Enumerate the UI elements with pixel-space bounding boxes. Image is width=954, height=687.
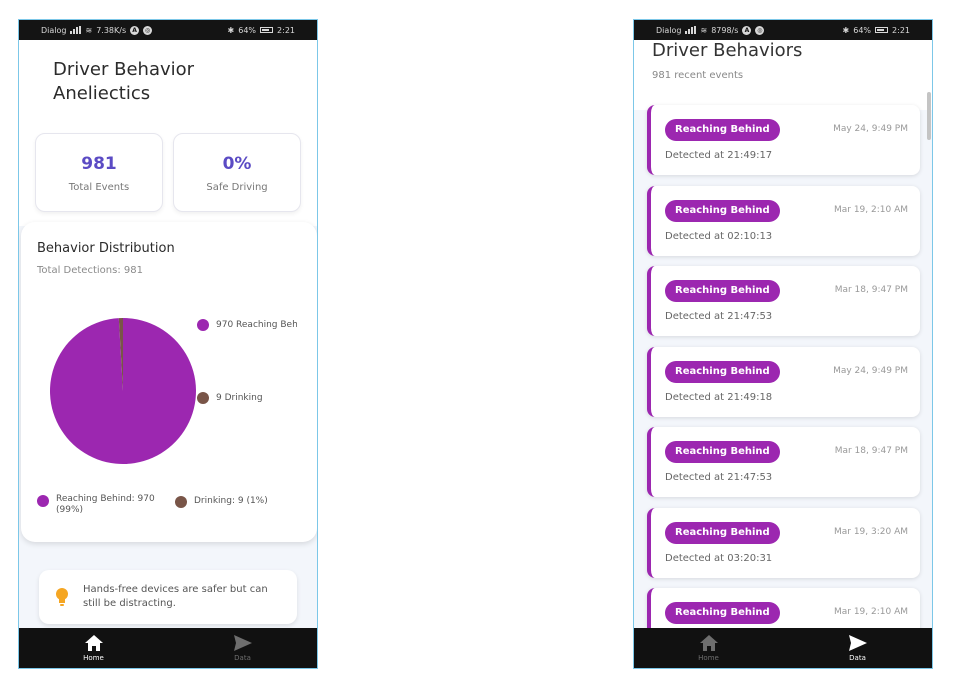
event-card[interactable]: Reaching Behind Mar 19, 2:10 AM Detected a…	[647, 185, 920, 256]
wifi-icon: ≋	[700, 25, 708, 35]
carrier-label: Dialog	[656, 25, 682, 35]
whatsapp-icon: ◎	[143, 25, 153, 35]
status-bar: Dialog ≋ 8798/s A ◎ ✱ 64% 2:21	[634, 20, 932, 40]
analytics-header: Driver Behavior Aneliectics 981 Total Ev…	[19, 40, 317, 226]
summary-reaching: Reaching Behind: 970 (99%)	[37, 494, 157, 516]
event-detected-time: Detected at 02:10:13	[665, 230, 773, 242]
total-events-label: Total Events	[68, 182, 130, 193]
behavior-badge: Reaching Behind	[665, 441, 780, 463]
nav-data-label: Data	[234, 654, 251, 662]
event-detected-time: Detected at 21:49:17	[665, 150, 773, 161]
home-icon	[699, 635, 718, 651]
safe-driving-card[interactable]: 0% Safe Driving	[173, 133, 301, 212]
nav-home[interactable]: Home	[19, 628, 168, 668]
event-detected-time: Detected at 03:20:31	[665, 552, 773, 564]
page-title: Driver Behaviors	[652, 40, 803, 61]
network-speed: 8798/s	[711, 25, 739, 35]
home-icon	[84, 635, 103, 651]
nav-home-label: Home	[698, 654, 719, 662]
behavior-badge: Reaching Behind	[665, 521, 780, 544]
battery-percent: 64%	[853, 25, 872, 35]
data-screen: Dialog ≋ 8798/s A ◎ ✱ 64% 2:21 Driver Be…	[633, 19, 933, 669]
nav-data-label: Data	[849, 654, 866, 662]
summary-drinking-text: Drinking: 9 (1%)	[194, 496, 268, 506]
carrier-label: Dialog	[41, 25, 67, 35]
event-date: Mar 18, 9:47 PM	[834, 285, 908, 295]
signal-icon	[685, 26, 697, 34]
events-count: 981 recent events	[652, 70, 744, 81]
battery-icon	[875, 27, 889, 33]
behavior-badge: Reaching Behind	[665, 280, 780, 302]
summary-drinking-dot	[175, 496, 187, 508]
legend-drinking-label: 9 Drinking	[216, 393, 263, 403]
safe-driving-label: Safe Driving	[206, 182, 268, 193]
event-detected-time: Detected at 21:47:53	[665, 472, 773, 483]
lightbulb-icon	[56, 588, 68, 606]
event-date: Mar 18, 9:47 PM	[834, 446, 908, 456]
legend-item-drinking: 9 Drinking	[197, 392, 297, 404]
event-card[interactable]: Reaching Behind May 24, 9:49 PM Detected a…	[647, 105, 920, 175]
clock: 2:21	[277, 25, 295, 35]
behavior-badge: Reaching Behind	[665, 119, 780, 141]
scrollbar[interactable]	[927, 92, 931, 140]
status-bar: Dialog ≋ 7.38K/s A ◎ ✱ 64% 2:21	[19, 20, 317, 40]
vibrate-icon: ✱	[842, 25, 850, 35]
event-date: May 24, 9:49 PM	[833, 124, 908, 134]
event-card[interactable]: Reaching Behind Mar 18, 9:47 PM Detected a…	[647, 266, 920, 336]
nav-data[interactable]: Data	[168, 628, 317, 668]
total-events-value: 981	[81, 154, 117, 174]
event-date: May 24, 9:49 PM	[833, 365, 908, 376]
home-screen: Dialog ≋ 7.38K/s A ◎ ✱ 64% 2:21 Driver B…	[18, 19, 318, 669]
notification-icon: A	[742, 25, 752, 35]
event-card[interactable]: Reaching Behind Mar 18, 9:47 PM Detected a…	[647, 427, 920, 497]
total-events-card[interactable]: 981 Total Events	[35, 133, 163, 212]
send-icon	[848, 635, 867, 651]
safe-driving-value: 0%	[222, 154, 252, 174]
event-date: Mar 19, 3:20 AM	[833, 526, 908, 537]
page-title: Driver Behavior Aneliectics	[53, 59, 195, 104]
nav-home[interactable]: Home	[634, 628, 783, 668]
nav-home-label: Home	[83, 654, 104, 662]
battery-percent: 64%	[238, 25, 257, 35]
events-header: Driver Behaviors 981 recent events	[634, 40, 932, 110]
behavior-badge: Reaching Behind	[665, 360, 780, 383]
vibrate-icon: ✱	[227, 25, 235, 35]
safety-tip-card: Hands-free devices are safer but can sti…	[39, 570, 297, 624]
summary-reaching-dot	[37, 495, 49, 507]
drinking-dot	[197, 392, 209, 404]
bottom-nav: Home Data	[634, 628, 932, 668]
summary-drinking: Drinking: 9 (1%)	[175, 496, 268, 508]
whatsapp-icon: ◎	[755, 25, 765, 35]
notification-icon: A	[130, 25, 140, 35]
legend-item-reaching: 970 Reaching Behind	[197, 319, 297, 331]
event-card[interactable]: Reaching Behind Mar 19, 3:20 AM Detected a…	[647, 507, 920, 578]
event-date: Mar 19, 2:10 AM	[833, 607, 908, 617]
event-date: Mar 19, 2:10 AM	[833, 204, 908, 215]
pie-chart[interactable]	[49, 317, 197, 465]
reaching-dot	[197, 319, 209, 331]
summary-reaching-text: Reaching Behind: 970 (99%)	[56, 494, 155, 515]
event-card[interactable]: Reaching Behind May 24, 9:49 PM Detected a…	[647, 346, 920, 417]
battery-icon	[260, 27, 274, 33]
distribution-subtitle: Total Detections: 981	[37, 265, 143, 276]
wifi-icon: ≋	[85, 25, 93, 35]
behavior-badge: Reaching Behind	[665, 199, 780, 222]
legend-reaching-label: 970 Reaching Behind	[216, 320, 297, 330]
send-icon	[233, 635, 252, 651]
event-detected-time: Detected at 21:47:53	[665, 311, 773, 322]
signal-icon	[70, 26, 82, 34]
behavior-distribution-card: Behavior Distribution Total Detections: …	[21, 222, 317, 542]
distribution-title: Behavior Distribution	[37, 241, 175, 256]
safety-tip-text: Hands-free devices are safer but can sti…	[83, 584, 268, 609]
bottom-nav: Home Data	[19, 628, 317, 668]
network-speed: 7.38K/s	[96, 25, 127, 35]
clock: 2:21	[892, 25, 910, 35]
behavior-badge: Reaching Behind	[665, 602, 780, 624]
event-detected-time: Detected at 21:49:18	[665, 391, 773, 403]
nav-data[interactable]: Data	[783, 628, 932, 668]
